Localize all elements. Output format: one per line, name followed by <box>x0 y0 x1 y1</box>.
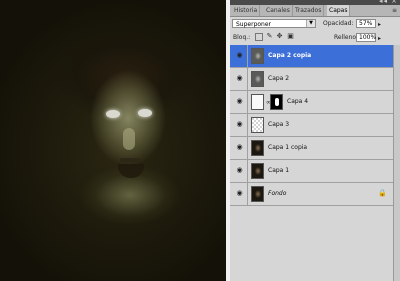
row-divider <box>247 45 248 67</box>
fill-slider-arrow-icon[interactable]: ▸ <box>378 35 381 42</box>
photo-composite <box>0 0 226 281</box>
layer-row[interactable]: ◉ Fondo 🔒 <box>230 183 393 206</box>
row-divider <box>247 137 248 159</box>
eye-icon[interactable]: ◉ <box>235 98 244 105</box>
layer-thumbnail <box>251 140 264 156</box>
opacity-label: Opacidad: <box>323 20 354 27</box>
eye-icon[interactable]: ◉ <box>235 190 244 197</box>
lock-transparency-icon[interactable] <box>255 33 263 41</box>
row-divider <box>247 114 248 136</box>
layer-mask-thumbnail[interactable] <box>270 94 283 110</box>
face-eye-left <box>106 110 120 118</box>
fill-label: Relleno: <box>334 34 359 41</box>
layer-thumbnail <box>251 186 264 202</box>
chevron-down-icon: ▼ <box>306 20 315 27</box>
lock-position-icon[interactable]: ✥ <box>276 33 283 40</box>
document-canvas[interactable] <box>0 0 226 281</box>
face-nose <box>123 128 135 150</box>
layer-row[interactable]: ◉ Capa 3 <box>230 114 393 137</box>
row-divider <box>247 160 248 182</box>
lock-label: Bloq.: <box>233 34 251 41</box>
layer-thumbnail <box>251 163 264 179</box>
tab-capas[interactable]: Capas <box>327 5 351 16</box>
lock-all-icon[interactable]: ▣ <box>287 33 294 40</box>
layer-name[interactable]: Capa 4 <box>287 91 308 113</box>
layer-row[interactable]: ◉ Capa 1 <box>230 160 393 183</box>
layers-scrollbar[interactable] <box>393 45 400 281</box>
eye-icon[interactable]: ◉ <box>235 167 244 174</box>
layer-row[interactable]: ◉ Capa 2 <box>230 68 393 91</box>
face-eye-right <box>138 109 152 117</box>
layer-name[interactable]: Capa 2 <box>268 68 289 90</box>
fill-field[interactable]: 100% <box>356 33 376 42</box>
blend-mode-select[interactable]: Superponer ▼ <box>232 19 316 28</box>
eye-icon[interactable]: ◉ <box>235 52 244 59</box>
layer-thumbnail <box>251 117 264 133</box>
layer-name[interactable]: Capa 1 copia <box>268 137 307 159</box>
layer-name[interactable]: Capa 3 <box>268 114 289 136</box>
opacity-field[interactable]: 57% <box>356 19 376 28</box>
row-divider <box>247 68 248 90</box>
row-divider <box>247 91 248 113</box>
tab-trazados[interactable]: Trazados <box>293 5 325 16</box>
layer-thumbnail <box>251 71 264 87</box>
opacity-slider-arrow-icon[interactable]: ▸ <box>378 21 381 28</box>
blend-mode-value: Superponer <box>236 21 272 28</box>
row-divider <box>247 183 248 205</box>
tab-canales[interactable]: Canales <box>264 5 293 16</box>
panel-menu-icon[interactable]: ≡ <box>392 5 397 16</box>
lock-icon: 🔒 <box>378 189 387 197</box>
panel-tabs: Historia Canales Trazados Capas ≡ <box>230 5 400 17</box>
lock-pixels-icon[interactable]: ✎ <box>266 33 273 40</box>
layer-name[interactable]: Capa 1 <box>268 160 289 182</box>
layers-panel: ◂◂ × Historia Canales Trazados Capas ≡ S… <box>230 0 400 281</box>
layer-thumbnail <box>251 48 264 64</box>
layer-row[interactable]: ◉ ∞ Capa 4 <box>230 91 393 114</box>
eye-icon[interactable]: ◉ <box>235 121 244 128</box>
face-mouth <box>120 158 140 162</box>
layer-name[interactable]: Fondo <box>268 183 286 205</box>
layer-row[interactable]: ◉ Capa 2 copia <box>230 45 393 68</box>
eye-icon[interactable]: ◉ <box>235 144 244 151</box>
tab-historia[interactable]: Historia <box>232 5 261 16</box>
layers-list: ◉ Capa 2 copia ◉ Capa 2 ◉ ∞ Capa 4 ◉ Cap… <box>230 45 393 281</box>
layer-row[interactable]: ◉ Capa 1 copia <box>230 137 393 160</box>
eye-icon[interactable]: ◉ <box>235 75 244 82</box>
layer-name[interactable]: Capa 2 copia <box>268 45 311 67</box>
layer-thumbnail <box>251 94 264 110</box>
